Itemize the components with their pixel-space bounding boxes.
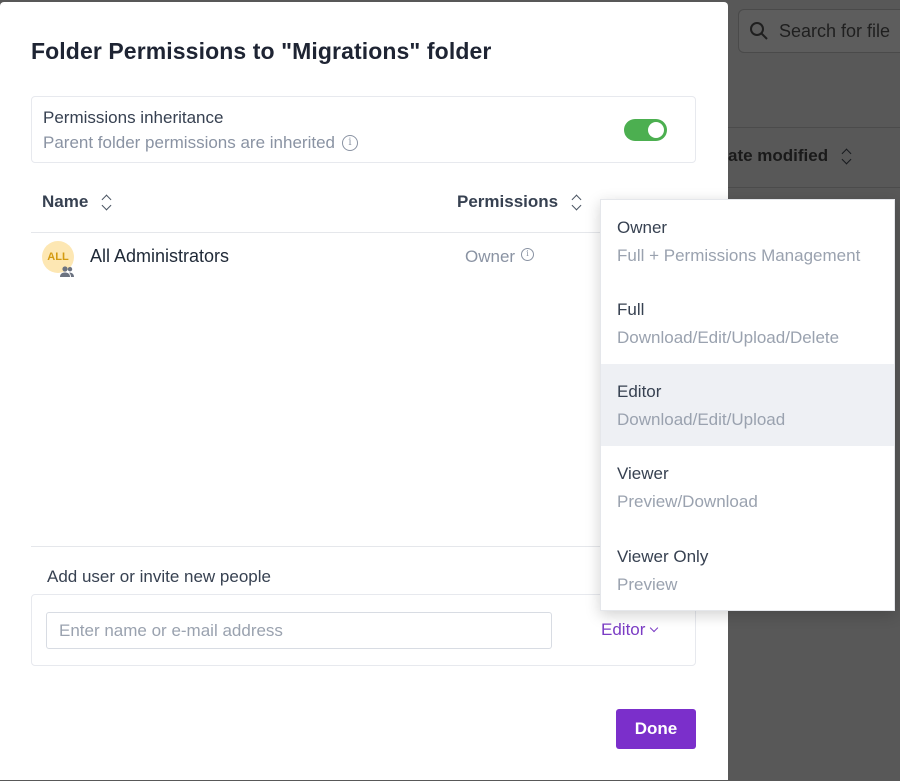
table-row: ALL All Administrators Owner i — [42, 240, 602, 280]
menu-item-full[interactable]: Full Download/Edit/Upload/Delete — [601, 282, 894, 364]
sort-icon — [842, 147, 852, 165]
table-divider — [31, 232, 696, 233]
section-divider — [31, 546, 696, 547]
menu-item-description: Preview/Download — [617, 492, 758, 511]
permission-select[interactable]: Editor — [601, 620, 659, 640]
row-permission[interactable]: Owner i — [465, 247, 535, 267]
inheritance-toggle[interactable] — [624, 119, 667, 141]
done-button[interactable]: Done — [616, 709, 696, 749]
menu-item-editor[interactable]: Editor Download/Edit/Upload — [601, 364, 894, 446]
menu-item-description: Download/Edit/Upload — [617, 410, 786, 429]
background-column-label: ate modified — [728, 146, 829, 165]
background-column-header: ate modified — [728, 146, 852, 166]
sort-icon — [102, 193, 112, 211]
row-name: All Administrators — [90, 246, 230, 266]
chevron-down-icon — [650, 623, 659, 633]
sort-icon — [572, 193, 582, 211]
column-header-name[interactable]: Name — [42, 192, 112, 212]
column-header-permissions-label: Permissions — [457, 192, 559, 211]
inheritance-title: Permissions inheritance — [43, 108, 224, 127]
name-email-input[interactable] — [46, 612, 552, 649]
menu-item-title: Viewer Only — [617, 547, 709, 566]
column-header-name-label: Name — [42, 192, 89, 211]
background-divider — [728, 127, 900, 128]
search-icon — [750, 22, 768, 40]
group-icon — [60, 266, 74, 277]
permission-menu: Owner Full + Permissions Management Full… — [600, 199, 895, 611]
menu-item-description: Full + Permissions Management — [617, 246, 861, 265]
menu-item-title: Owner — [617, 218, 668, 237]
row-permission-label: Owner — [465, 247, 516, 266]
info-icon[interactable]: i — [341, 135, 358, 151]
modal-title: Folder Permissions to "Migrations" folde… — [31, 38, 492, 64]
menu-item-title: Viewer — [617, 464, 669, 483]
inheritance-subtitle-wrap: Parent folder permissions are inherited … — [43, 133, 358, 153]
menu-item-viewer-only[interactable]: Viewer Only Preview — [601, 529, 894, 611]
menu-item-title: Full — [617, 300, 645, 319]
menu-item-description: Download/Edit/Upload/Delete — [617, 328, 840, 347]
column-header-permissions[interactable]: Permissions — [457, 192, 582, 212]
menu-item-description: Preview — [617, 575, 678, 594]
menu-item-viewer[interactable]: Viewer Preview/Download — [601, 446, 894, 528]
background-divider — [728, 187, 900, 188]
info-icon[interactable]: i — [521, 247, 535, 261]
menu-item-title: Editor — [617, 382, 662, 401]
inheritance-subtitle: Parent folder permissions are inherited — [43, 133, 335, 152]
background-search-bar: Search for file — [738, 9, 900, 53]
toggle-knob — [648, 122, 664, 138]
background-search-placeholder: Search for file — [779, 20, 891, 41]
add-user-panel: Editor — [31, 594, 696, 666]
permission-select-value: Editor — [601, 620, 646, 639]
menu-item-owner[interactable]: Owner Full + Permissions Management — [601, 200, 894, 282]
inheritance-panel: Permissions inheritance Parent folder pe… — [31, 96, 696, 163]
add-user-label: Add user or invite new people — [47, 567, 271, 586]
